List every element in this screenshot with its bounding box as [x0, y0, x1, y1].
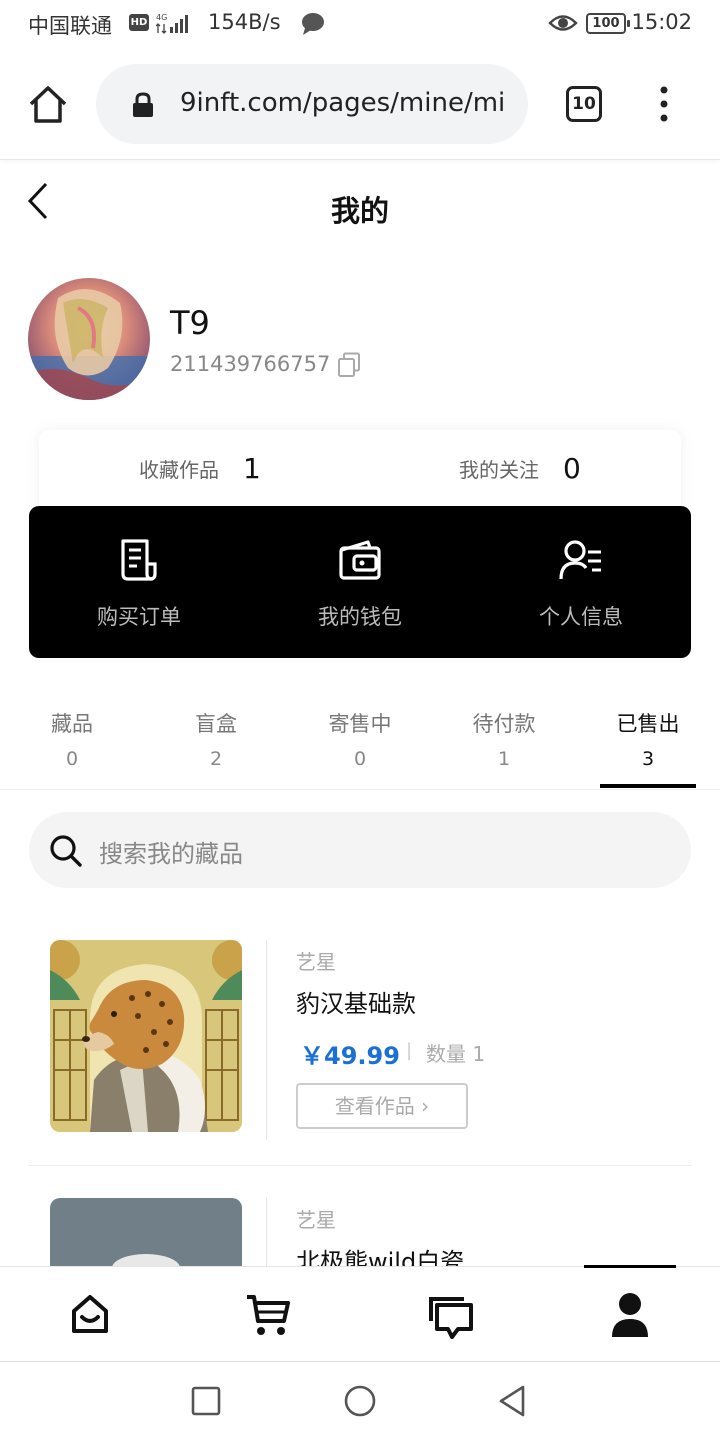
item-name: 北极熊wild白瓷	[296, 1248, 465, 1266]
more-icon[interactable]	[650, 84, 678, 124]
item-artist: 艺星	[296, 1208, 336, 1232]
chat-bubble-icon	[302, 13, 324, 35]
lock-icon	[133, 92, 153, 117]
search-input[interactable]: 搜索我的藏品	[99, 834, 243, 869]
menu-item-orders[interactable]: 购买订单	[29, 506, 249, 658]
item-thumbnail[interactable]	[50, 1198, 242, 1266]
tab-count: 0	[353, 748, 367, 770]
menu-item-wallet[interactable]: 我的钱包	[250, 506, 470, 658]
price-separator: |	[406, 1040, 413, 1061]
item-name: 豹汉基础款	[296, 990, 416, 1018]
vertical-divider	[266, 1198, 267, 1266]
home-circle-icon[interactable]	[343, 1384, 377, 1418]
active-tab-indicator	[600, 784, 696, 788]
tab-blind-box[interactable]: 盲盒 2	[166, 708, 266, 770]
tab-consigning[interactable]: 寄售中 0	[310, 708, 410, 770]
search-bar[interactable]: 搜索我的藏品	[29, 812, 691, 888]
tab-label: 盲盒	[195, 712, 237, 736]
svg-text:4G: 4G	[156, 13, 167, 22]
battery-indicator: 100	[586, 13, 630, 34]
network-speed: 154B/s	[208, 10, 281, 34]
hd-badge: HD	[129, 14, 149, 31]
user-icon[interactable]	[606, 1291, 654, 1339]
tab-count: 3	[641, 748, 655, 770]
view-item-button[interactable]: 查看作品 ›	[296, 1083, 468, 1129]
menu-label-wallet: 我的钱包	[318, 605, 402, 629]
wallet-icon	[339, 540, 381, 580]
recent-apps-icon[interactable]	[189, 1384, 223, 1418]
collection-tabs: 藏品 0 盲盒 2 寄售中 0 待付款 1 已售出 3	[0, 700, 720, 790]
menu-label-orders: 购买订单	[97, 605, 181, 629]
search-icon	[50, 835, 82, 867]
status-bar: 中国联通 HD 4G 154B/s 100 15:02	[0, 0, 720, 50]
tab-count: 2	[209, 748, 223, 770]
profile-id: 211439766757	[170, 352, 331, 376]
tab-pending-payment[interactable]: 待付款 1	[454, 708, 554, 770]
copy-icon[interactable]	[337, 352, 361, 378]
tab-sold[interactable]: 已售出 3	[598, 708, 698, 770]
favorites-stat[interactable]: 收藏作品 1	[139, 452, 261, 485]
list-item[interactable]: 艺星 豹汉基础款 ￥49.99 | 数量 1 查看作品 ›	[28, 940, 692, 1166]
browser-toolbar: 9inft.com/pages/mine/mine 10	[0, 50, 720, 160]
tab-count: 1	[497, 748, 511, 770]
active-nav-indicator	[584, 1265, 676, 1268]
home-icon[interactable]	[26, 83, 70, 127]
item-quantity: 数量 1	[426, 1042, 486, 1066]
signal-icon: 4G	[156, 13, 188, 34]
quick-menu-card: 购买订单 我的钱包 个人信息	[29, 506, 691, 658]
tabs-count-button[interactable]: 10	[566, 86, 602, 122]
tab-label: 待付款	[472, 712, 536, 736]
item-price: ￥49.99	[300, 1042, 400, 1070]
address-bar[interactable]: 9inft.com/pages/mine/mine	[96, 64, 528, 144]
favorites-count: 1	[243, 452, 261, 485]
favorites-label: 收藏作品	[139, 458, 219, 482]
item-artist: 艺星	[296, 950, 336, 974]
carrier-label: 中国联通	[28, 14, 112, 38]
clock: 15:02	[631, 10, 692, 34]
avatar[interactable]	[28, 278, 150, 400]
item-thumbnail[interactable]	[50, 940, 242, 1132]
menu-item-profile-info[interactable]: 个人信息	[471, 506, 691, 658]
eye-icon	[548, 15, 578, 31]
tab-label: 已售出	[616, 712, 680, 736]
home-icon[interactable]	[66, 1291, 114, 1339]
cart-icon[interactable]	[244, 1291, 292, 1339]
receipt-icon	[121, 539, 157, 581]
menu-label-profile-info: 个人信息	[539, 605, 623, 629]
vertical-divider	[266, 940, 267, 1140]
system-navigation-bar	[0, 1361, 720, 1440]
tab-label: 寄售中	[328, 712, 392, 736]
page-title: 我的	[330, 194, 389, 228]
profile-name: T9	[170, 304, 210, 342]
back-triangle-icon[interactable]	[495, 1384, 529, 1418]
tab-collections[interactable]: 藏品 0	[22, 708, 122, 770]
following-label: 我的关注	[459, 458, 539, 482]
bottom-nav	[0, 1265, 720, 1361]
page-header: 我的	[0, 160, 720, 250]
following-count: 0	[563, 452, 581, 485]
message-icon[interactable]	[426, 1291, 474, 1339]
url-text[interactable]: 9inft.com/pages/mine/mine	[180, 88, 506, 118]
list-item[interactable]: 艺星 北极熊wild白瓷	[28, 1198, 692, 1266]
tab-count: 0	[65, 748, 79, 770]
following-stat[interactable]: 我的关注 0	[459, 452, 581, 485]
user-info-icon	[559, 540, 601, 580]
tab-label: 藏品	[51, 712, 93, 736]
